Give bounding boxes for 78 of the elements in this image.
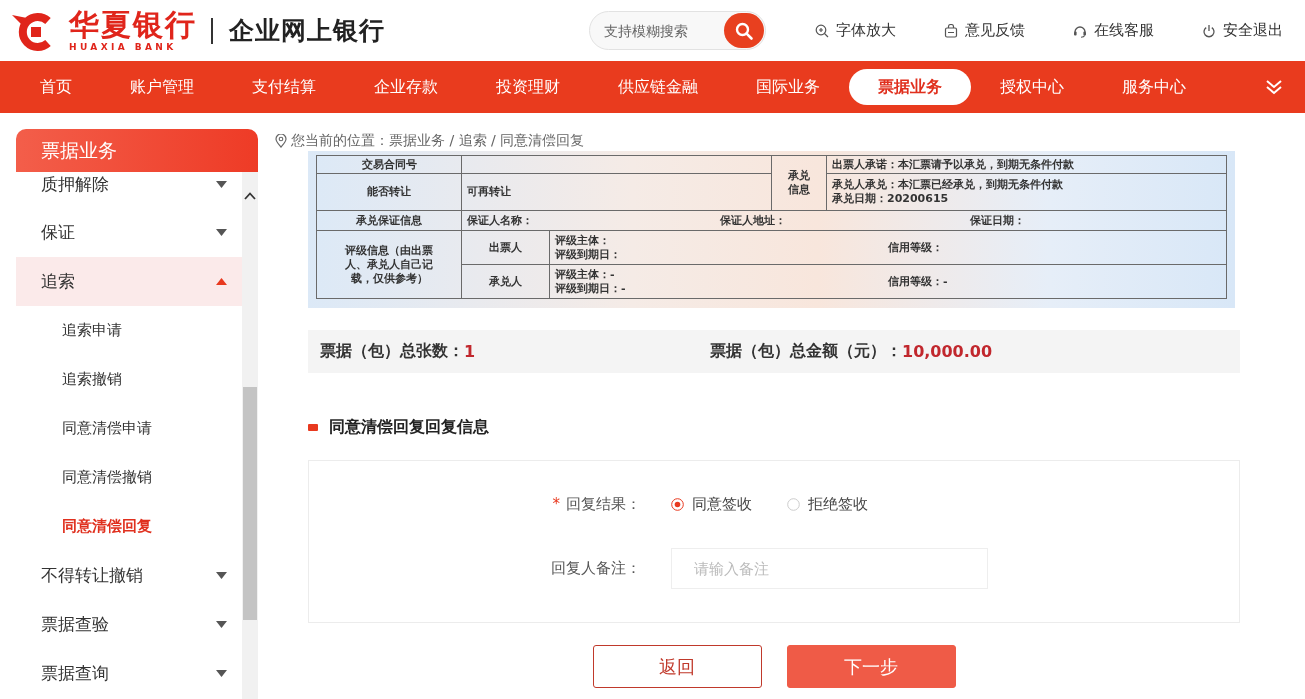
table-cell: 能否转让 xyxy=(316,173,462,211)
zoom-in-icon xyxy=(815,23,829,38)
headset-icon xyxy=(1073,23,1087,38)
nav-tab[interactable]: 授权中心 xyxy=(971,69,1093,105)
rating-field: 信用等级：- xyxy=(888,274,1221,289)
summary-label: 票据（包）总金额（元）： xyxy=(710,341,902,362)
caret-up-icon xyxy=(216,278,227,285)
sidebar-title: 票据业务 xyxy=(16,129,258,172)
table-cell: 交易合同号 xyxy=(316,155,462,174)
breadcrumb: 您当前的位置：票据业务 / 追索 / 同意清偿回复 xyxy=(291,132,585,150)
power-icon xyxy=(1202,23,1216,38)
guarantee-field: 保证人名称： xyxy=(467,213,720,228)
sidebar-subitem[interactable]: 同意清偿撤销 xyxy=(16,453,242,502)
caret-down-icon xyxy=(216,572,227,579)
header-link[interactable]: 安全退出 xyxy=(1202,21,1283,40)
nav-tab[interactable]: 供应链金融 xyxy=(589,69,727,105)
rating-field: 信用等级： xyxy=(888,240,1221,255)
location-pin-icon xyxy=(275,134,287,148)
sidebar-subitem[interactable]: 追索撤销 xyxy=(16,355,242,404)
summary-value: 1 xyxy=(464,342,476,361)
nav-tab[interactable]: 服务中心 xyxy=(1093,69,1215,105)
nav-tab[interactable]: 支付结算 xyxy=(223,69,345,105)
caret-down-icon xyxy=(216,621,227,628)
search-icon xyxy=(734,20,754,41)
radio-option[interactable]: 拒绝签收 xyxy=(787,494,868,514)
guarantee-field: 保证日期： xyxy=(970,213,1221,228)
bag-icon xyxy=(944,23,958,38)
table-cell: 承兑人 xyxy=(461,264,550,299)
nav-tab[interactable]: 企业存款 xyxy=(345,69,467,105)
radio-option[interactable]: 同意签收 xyxy=(671,494,752,514)
caret-down-icon xyxy=(216,670,227,677)
table-cell: 出票人承诺：本汇票请予以承兑，到期无条件付款 xyxy=(826,155,1227,174)
summary-value: 10,000.00 xyxy=(902,342,993,361)
chevron-up-icon[interactable] xyxy=(244,192,256,200)
guarantee-field: 保证人地址： xyxy=(720,213,970,228)
nav-tab[interactable]: 国际业务 xyxy=(727,69,849,105)
nav-tab[interactable]: 投资理财 xyxy=(467,69,589,105)
portal-title: 企业网上银行 xyxy=(229,15,385,47)
bank-name: 华夏银行 xyxy=(69,9,197,40)
field-label: 回复人备注： xyxy=(551,559,641,578)
sidebar-item[interactable]: 不得转让撤销 xyxy=(16,551,242,600)
rating-field: 评级到期日： xyxy=(555,247,888,262)
table-cell: 承兑信息 xyxy=(771,155,827,211)
sidebar-subitem[interactable]: 同意清偿回复 xyxy=(16,502,242,551)
table-cell: 评级信息（由出票人、承兑人自己记载，仅供参考） xyxy=(316,230,462,299)
header-link[interactable]: 意见反馈 xyxy=(944,21,1025,40)
marker-icon xyxy=(308,423,318,431)
acceptance-text: 承兑人承兑：本汇票已经承兑，到期无条件付款 xyxy=(832,178,1064,192)
scrollbar[interactable] xyxy=(242,172,258,699)
acceptance-date: 承兑日期：20200615 xyxy=(832,192,950,206)
table-cell: 出票人 xyxy=(461,230,550,265)
sidebar-subitem[interactable]: 同意清偿申请 xyxy=(16,404,242,453)
sidebar-item[interactable]: 票据查验 xyxy=(16,600,242,649)
rating-field: 评级主体： xyxy=(555,233,888,248)
back-button[interactable]: 返回 xyxy=(592,645,762,688)
sidebar-item[interactable]: 票据查询 xyxy=(16,649,242,698)
table-cell: 承兑保证信息 xyxy=(316,210,462,231)
header-link[interactable]: 在线客服 xyxy=(1073,21,1154,40)
input-field[interactable]: 请输入备注 xyxy=(671,548,988,589)
rating-field: 评级主体：- xyxy=(555,267,888,282)
section-title: 同意清偿回复回复信息 xyxy=(329,416,489,438)
bank-subtitle: HUAXIA BANK xyxy=(69,42,178,52)
summary-label: 票据（包）总张数： xyxy=(320,341,464,362)
nav-tab[interactable]: 账户管理 xyxy=(101,69,223,105)
nav-tab[interactable]: 首页 xyxy=(11,69,101,105)
scrollbar-thumb[interactable] xyxy=(243,387,257,620)
double-chevron-down-icon[interactable] xyxy=(1265,79,1283,95)
sidebar-item[interactable]: 保证 xyxy=(16,208,242,257)
nav-tab[interactable]: 票据业务 xyxy=(849,69,971,105)
sidebar-item[interactable]: 质押解除 xyxy=(16,172,242,208)
sidebar-item[interactable]: 追索 xyxy=(16,257,242,306)
sidebar-subitem[interactable]: 追索申请 xyxy=(16,306,242,355)
field-label: 回复结果： xyxy=(566,494,641,514)
caret-down-icon xyxy=(216,229,227,236)
caret-down-icon xyxy=(216,180,227,188)
header-link[interactable]: 字体放大 xyxy=(815,21,896,40)
required-mark: * xyxy=(552,495,560,513)
rating-field: 评级到期日：- xyxy=(555,281,888,296)
